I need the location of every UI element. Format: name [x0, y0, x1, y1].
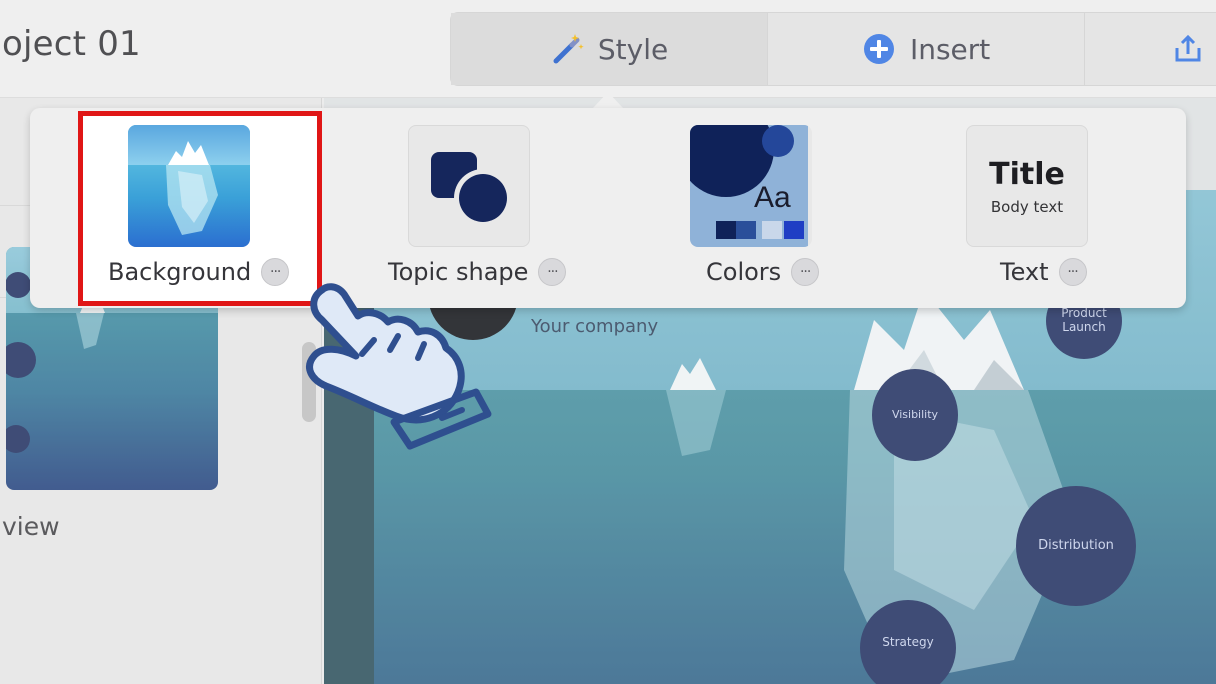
share-upload-icon	[1171, 32, 1205, 66]
pointing-hand-icon	[292, 276, 502, 486]
style-option-text[interactable]: Title Body text Text ···	[966, 108, 1106, 308]
tab-share[interactable]	[1085, 13, 1216, 85]
colors-thumbnail: Aa	[690, 125, 812, 247]
text-preview-title: Title	[989, 156, 1065, 192]
tab-style[interactable]: Style	[451, 13, 769, 85]
colors-more-button[interactable]: ···	[791, 258, 820, 286]
background-label: Background	[108, 258, 252, 286]
text-option-row: Text ···	[1000, 258, 1087, 286]
colors-sample-text: Aa	[754, 181, 791, 214]
style-option-background[interactable]: Background ···	[108, 108, 318, 308]
top-toolbar: oject 01 Style Insert	[0, 0, 1216, 98]
topic-shape-more-button[interactable]: ···	[538, 258, 567, 286]
background-thumbnail	[128, 125, 250, 247]
background-more-button[interactable]: ···	[261, 258, 290, 286]
topic-distribution[interactable]: Distribution	[1016, 486, 1136, 606]
colors-label: Colors	[706, 258, 782, 286]
topic-visibility[interactable]: Visibility	[872, 369, 958, 461]
popup-arrow	[592, 92, 624, 109]
magic-wand-icon	[550, 32, 584, 66]
tab-insert[interactable]: Insert	[768, 13, 1086, 85]
text-more-button[interactable]: ···	[1058, 258, 1087, 286]
project-title[interactable]: oject 01	[2, 24, 141, 64]
colors-option-row: Colors ···	[706, 258, 820, 286]
topic-shape-thumbnail	[408, 125, 530, 247]
tab-style-label: Style	[597, 32, 669, 66]
background-option-row: Background ···	[108, 258, 290, 286]
text-label: Text	[1000, 258, 1049, 286]
style-option-colors[interactable]: Aa Colors ···	[690, 108, 840, 308]
tab-insert-label: Insert	[909, 32, 991, 66]
plus-circle-icon	[862, 32, 896, 66]
app-window: oject 01 Style Insert view Your company …	[0, 0, 1216, 684]
toolbar-tabs: Style Insert	[450, 12, 1216, 86]
text-thumbnail: Title Body text	[966, 125, 1088, 247]
company-name[interactable]: Your company	[531, 316, 658, 337]
overview-label: view	[2, 512, 60, 541]
text-preview-body: Body text	[990, 197, 1064, 216]
